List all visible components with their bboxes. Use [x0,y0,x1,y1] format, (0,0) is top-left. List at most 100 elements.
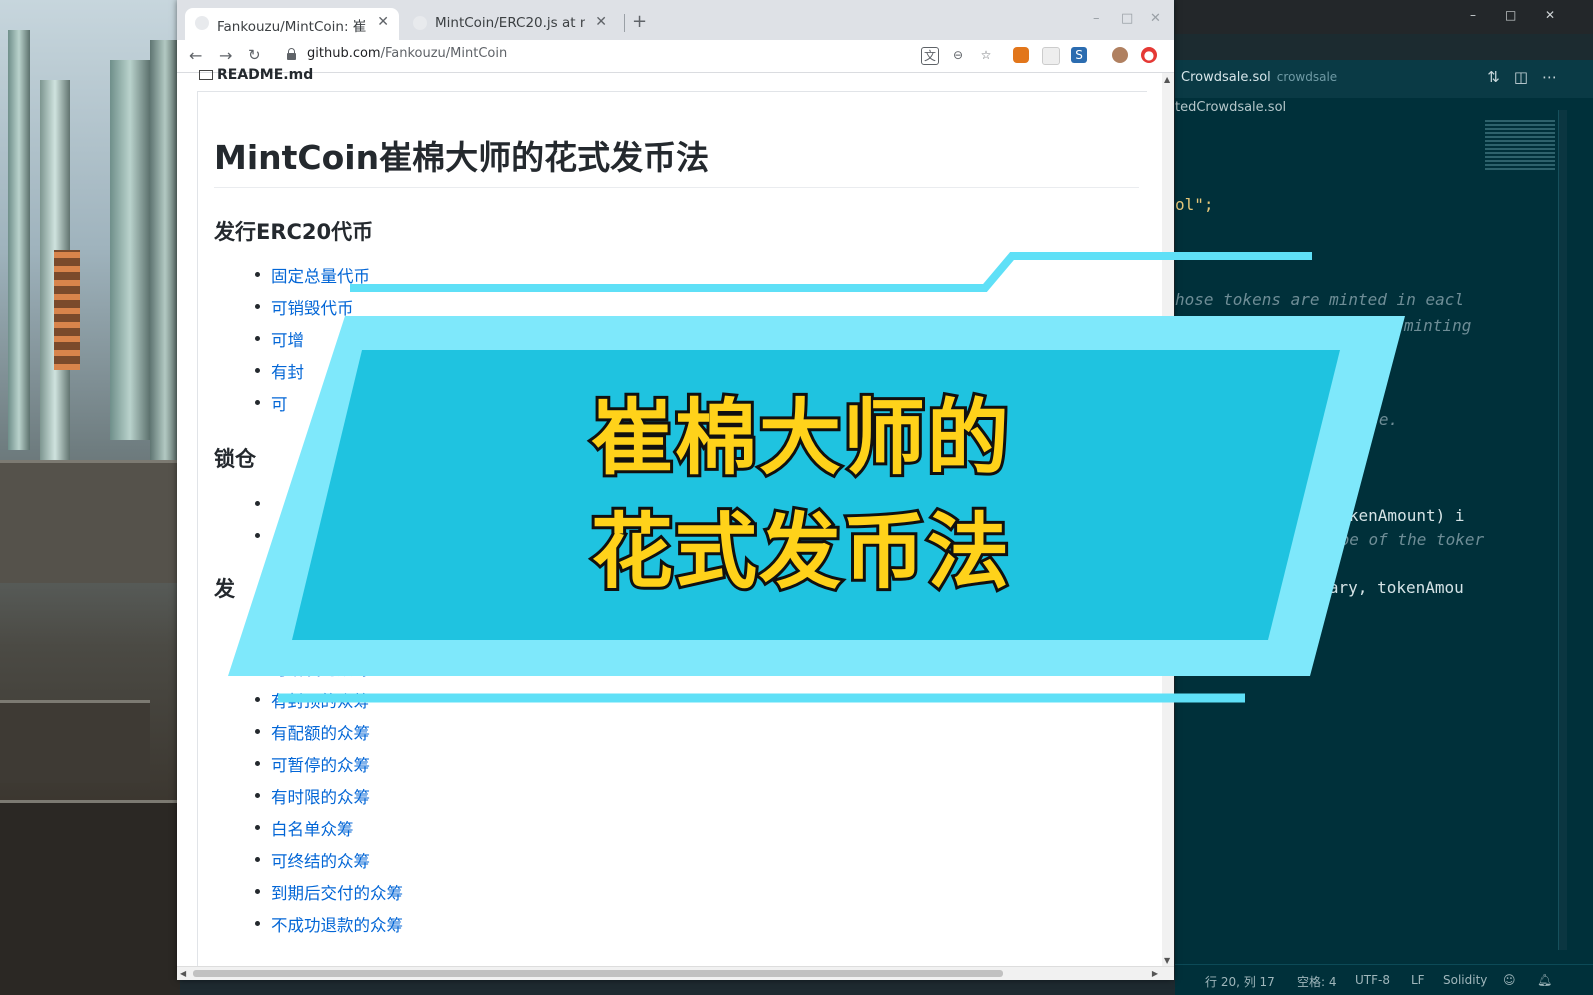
split-editor-icon[interactable]: ◫ [1514,68,1542,86]
scroll-right-icon[interactable]: ▶ [1152,969,1158,978]
metamask-fox-icon[interactable] [1013,47,1029,63]
tab-close-icon[interactable]: ✕ [595,14,607,30]
readme-filename: README.md [217,67,314,83]
editor-scrollbar[interactable] [1558,110,1567,950]
status-encoding[interactable]: UTF-8 [1355,973,1390,987]
more-actions-icon[interactable]: ⋯ [1542,68,1571,86]
section-heading: 发行ERC20代币 [214,220,374,244]
list-bullet [255,400,260,405]
list-item-link[interactable]: 有封顶的众筹 [271,688,370,712]
code-line: tokenAmount) i [1320,506,1465,525]
tab-close-icon[interactable]: ✕ [377,14,389,30]
editor-breadcrumb[interactable]: tedCrowdsale.sol [1175,100,1286,115]
code-editor-window: – □ ✕ Crowdsale.sol crowdsale ⇅◫⋯ tedCrow… [1175,0,1593,995]
page-vertical-scrollbar[interactable]: ▲ ▼ [1162,73,1174,967]
extension-s-icon[interactable]: S [1071,47,1087,63]
adblock-icon[interactable]: ● [1141,47,1157,63]
maximize-icon[interactable]: □ [1505,8,1516,22]
list-item-link[interactable]: 有时限的众筹 [271,784,370,808]
list-bullet [255,368,260,373]
wallpaper-scaffold [54,250,80,370]
readme-header: README.md [197,67,1147,92]
list-item-link[interactable]: 固定总量代币 [271,263,370,287]
list-item-link[interactable]: 有配额的众筹 [271,720,370,744]
profile-avatar-icon[interactable] [1112,47,1128,63]
editor-statusbar: 行 20, 列 17 空格: 4 UTF-8 LF Solidity ☺ 🔔︎ [1175,964,1593,995]
address-bar[interactable]: github.com/Fankouzu/MintCoin [307,46,507,61]
browser-tabstrip: Fankouzu/MintCoin: 崔 ✕ MintCoin/ERC20.js… [177,0,1174,40]
wallpaper-building [0,460,180,583]
notifications-icon[interactable]: 🔔︎ [1537,973,1552,987]
book-icon [199,70,213,80]
editor-minimap[interactable] [1485,120,1555,170]
list-item-link[interactable]: 可增 [271,327,304,351]
status-indent[interactable]: 空格: 4 [1297,973,1337,990]
tab-title: MintCoin/ERC20.js at m [435,15,585,31]
scrollbar-thumb[interactable] [193,970,1003,977]
list-bullet [255,501,260,506]
minimize-icon[interactable]: – [1093,11,1100,26]
github-favicon-icon [195,16,209,30]
close-icon[interactable]: ✕ [1545,8,1555,22]
browser-tab-mintcoin[interactable]: Fankouzu/MintCoin: 崔 ✕ [185,8,399,40]
list-item-link[interactable]: 可终结的众筹 [271,848,370,872]
status-cursor-position[interactable]: 行 20, 列 17 [1205,973,1275,990]
list-item-link[interactable]: 不成功退款的众筹 [271,912,403,936]
tab-title: Fankouzu/MintCoin: 崔 [217,19,367,35]
scroll-down-icon[interactable]: ▼ [1164,956,1170,965]
minimize-icon[interactable]: – [1470,8,1476,22]
list-bullet [255,697,260,702]
banner-title-line-1: 崔棉大师的 [588,391,1012,486]
star-icon[interactable]: ☆ [978,47,994,63]
list-bullet [255,665,260,670]
browser-tab-erc20[interactable]: MintCoin/ERC20.js at m ✕ [407,8,617,40]
zoom-icon[interactable]: ⊖ [950,47,966,63]
forward-icon[interactable]: → [219,46,232,65]
wallpaper-tower [150,40,180,460]
title-divider [214,187,1139,188]
lock-icon[interactable] [287,48,296,60]
status-language[interactable]: Solidity [1443,973,1487,987]
list-bullet [255,825,260,830]
page-horizontal-scrollbar[interactable]: ◀ ▶ [177,966,1174,980]
browser-window: Fankouzu/MintCoin: 崔 ✕ MintCoin/ERC20.js… [177,0,1174,980]
scroll-up-icon[interactable]: ▲ [1164,75,1170,84]
code-line: ol"; [1175,195,1214,214]
list-item-link[interactable]: 可销毁代币 [271,295,354,319]
section-heading: 发 [214,577,235,601]
list-item-link[interactable]: 白名单众筹 [271,816,354,840]
extension-blank-icon[interactable] [1042,47,1060,65]
wallpaper-tower [8,30,30,450]
feedback-icon[interactable]: ☺ [1503,973,1516,987]
reload-icon[interactable]: ↻ [248,46,261,64]
code-line: ype of the toker [1330,530,1485,549]
scroll-left-icon[interactable]: ◀ [180,969,186,978]
editor-tab-crowdsale[interactable]: Crowdsale.sol crowdsale [1181,70,1337,85]
translate-icon[interactable]: 文 [921,47,939,65]
list-item-link[interactable]: 到期后交付的众筹 [271,880,403,904]
code-line: nase. [1350,410,1399,429]
page-title: MintCoin崔棉大师的花式发币法 [214,138,710,177]
list-item-link[interactable]: 可增发的众筹 [271,656,370,680]
editor-tab-filename: Crowdsale.sol [1181,70,1271,85]
wallpaper-building [0,800,180,995]
editor-tab-actions: ⇅◫⋯ [1487,68,1571,86]
status-eol[interactable]: LF [1411,973,1425,987]
editor-titlebar: – □ ✕ [1175,0,1593,34]
new-tab-button[interactable]: + [632,11,647,32]
wallpaper-tower [110,60,150,440]
close-icon[interactable]: ✕ [1150,11,1161,26]
list-item-link[interactable]: 有封 [271,359,304,383]
maximize-icon[interactable]: □ [1121,11,1133,26]
list-item-link[interactable]: 可暂停的众筹 [271,752,370,776]
list-item-link[interactable]: 可 [271,391,288,415]
banner-title-line-2: 花式发币法 [588,505,1012,600]
list-bullet [255,336,260,341]
list-bullet [255,921,260,926]
list-bullet [255,272,260,277]
wallpaper-building [0,700,150,783]
tab-separator [624,14,625,32]
back-icon[interactable]: ← [189,46,202,65]
list-bullet [255,889,260,894]
source-control-icon[interactable]: ⇅ [1487,68,1514,86]
